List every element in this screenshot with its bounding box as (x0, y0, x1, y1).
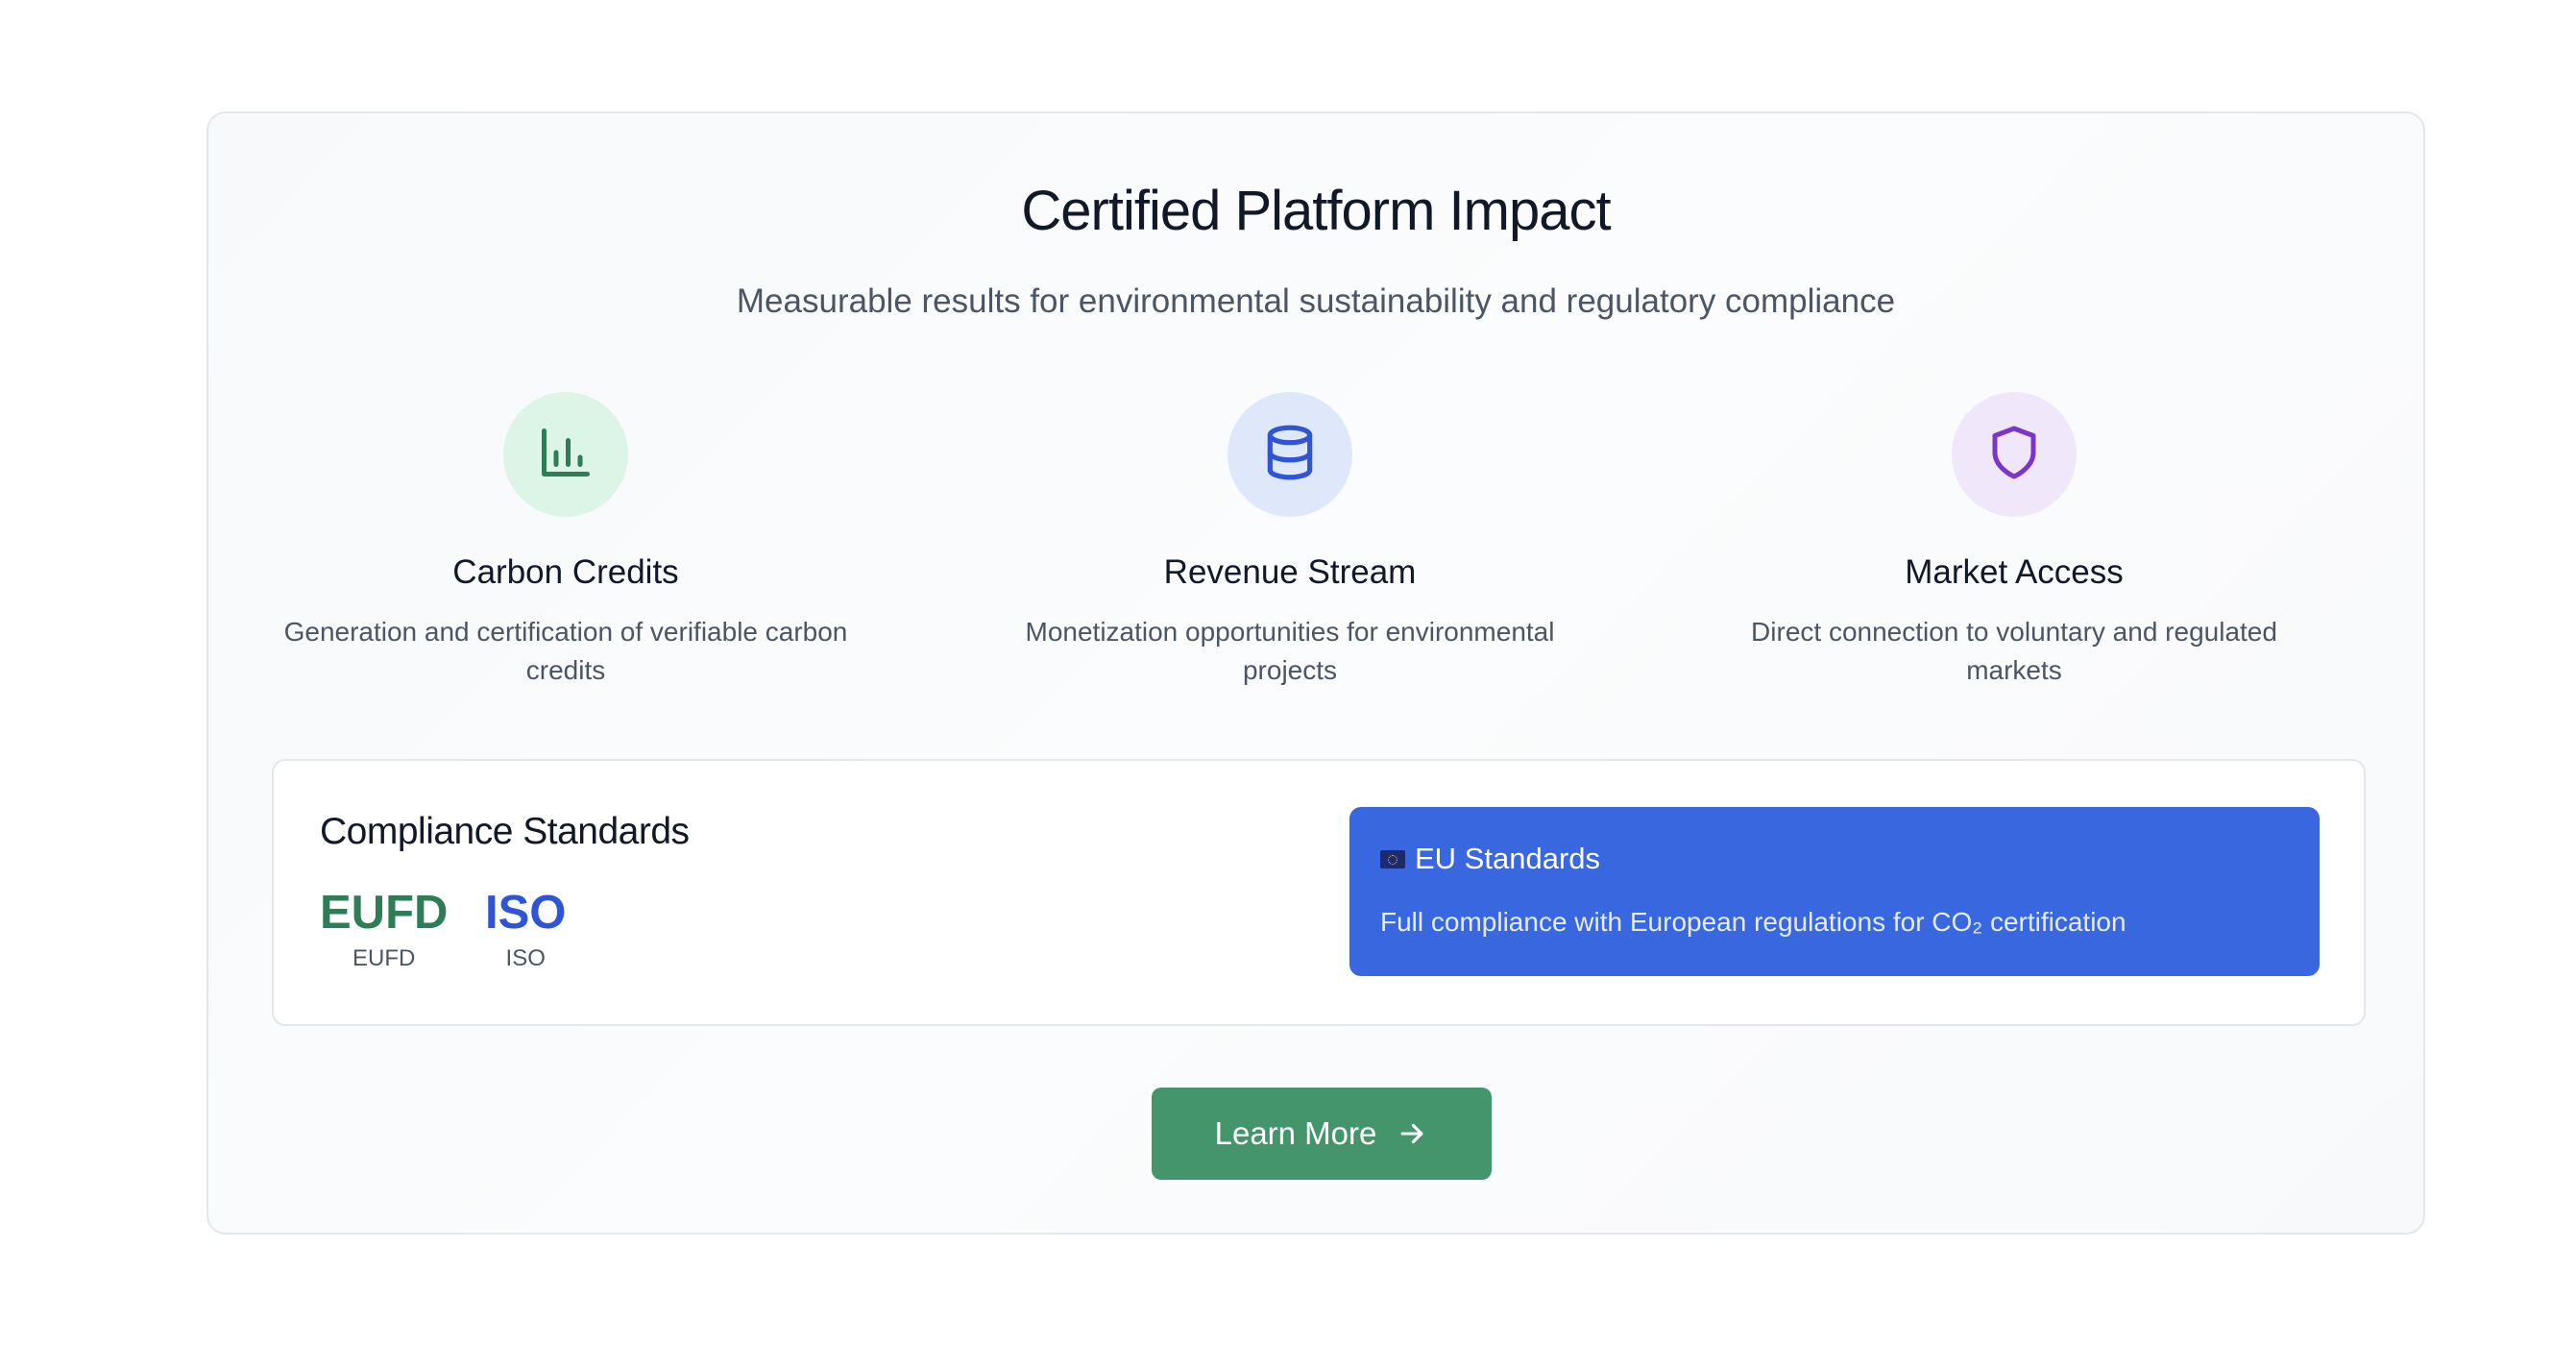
compliance-panel: Compliance Standards EUFD EUFD ISO ISO E… (272, 759, 2366, 1026)
compliance-title: Compliance Standards (320, 811, 690, 852)
eu-standards-description: Full compliance with European regulation… (1380, 907, 2126, 937)
feature-title: Revenue Stream (1163, 553, 1417, 591)
page-subtitle: Measurable results for environmental sus… (736, 282, 1896, 320)
eu-standards-title: EU Standards (1415, 842, 1600, 875)
database-icon (1260, 423, 1320, 487)
standard-iso: ISO ISO (485, 886, 566, 972)
standard-label: EUFD (352, 945, 416, 971)
feature-icon-circle (1952, 392, 2077, 517)
feature-carbon-credits: Carbon Credits Generation and certificat… (249, 392, 883, 690)
feature-revenue-stream: Revenue Stream Monetization opportunitie… (973, 392, 1607, 690)
feature-description: Generation and certification of verifiab… (283, 617, 848, 685)
feature-market-access: Market Access Direct connection to volun… (1697, 392, 2331, 690)
shield-icon (1985, 424, 2043, 486)
feature-title: Market Access (1905, 553, 2124, 591)
feature-icon-circle (1227, 392, 1352, 517)
bar-chart-icon (537, 424, 595, 486)
learn-more-label: Learn More (1214, 1115, 1377, 1151)
feature-description: Direct connection to voluntary and regul… (1751, 617, 2277, 685)
feature-description: Monetization opportunities for environme… (1025, 617, 1555, 685)
feature-icon-circle (503, 392, 628, 517)
impact-card: Certified Platform Impact Measurable res… (207, 111, 2425, 1235)
eu-standards-heading: EU Standards (1380, 842, 1600, 876)
eu-flag-icon (1380, 849, 1405, 868)
standard-code: EUFD (320, 887, 449, 939)
standard-code: ISO (485, 887, 567, 939)
eu-standards-box: EU Standards Full compliance with Europe… (1349, 807, 2320, 976)
learn-more-button[interactable]: Learn More (1152, 1088, 1492, 1180)
arrow-right-icon (1396, 1117, 1428, 1150)
feature-title: Carbon Credits (452, 553, 679, 591)
page-title: Certified Platform Impact (1021, 180, 1611, 242)
standard-eufd: EUFD EUFD (320, 886, 448, 972)
standard-label: ISO (505, 945, 546, 971)
